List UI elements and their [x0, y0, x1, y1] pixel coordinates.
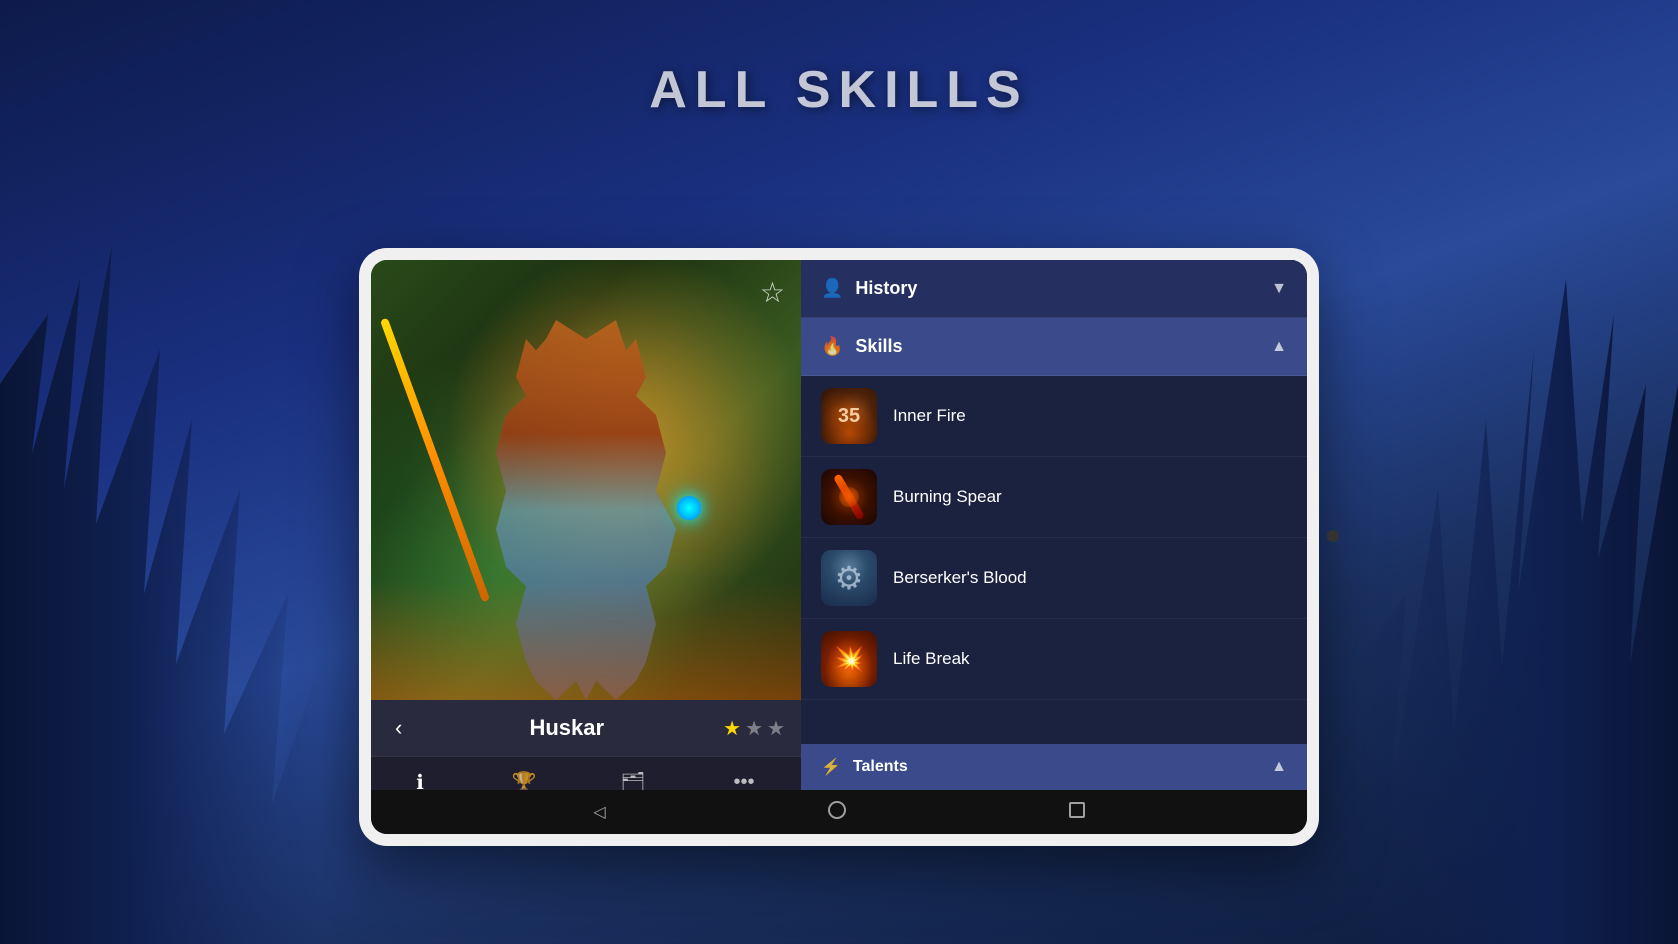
- android-back-icon: ◁: [593, 804, 605, 821]
- berserkers-blood-icon: [821, 550, 877, 606]
- person-icon: 👤: [821, 278, 843, 299]
- hero-panel: ☆ ‹ Huskar ★ ★ ★: [371, 260, 801, 790]
- history-section-header[interactable]: 👤 History ▼: [801, 260, 1307, 318]
- life-break-name: Life Break: [893, 649, 970, 669]
- inner-fire-icon-wrap: 35: [821, 388, 877, 444]
- tablet-inner: ☆ ‹ Huskar ★ ★ ★: [371, 260, 1307, 834]
- inner-fire-number: 35: [838, 405, 860, 428]
- skill-item-berserkers-blood[interactable]: Berserker's Blood: [801, 538, 1307, 619]
- skills-list: 35 Inner Fire Burning Spear: [801, 376, 1307, 744]
- talents-icon: ⚡: [821, 757, 841, 777]
- android-back-button[interactable]: ◁: [593, 802, 605, 822]
- star-2: ★: [745, 716, 763, 741]
- star-1: ★: [723, 716, 741, 741]
- tablet-frame: ☆ ‹ Huskar ★ ★ ★: [359, 248, 1319, 846]
- tab-tactic[interactable]: 🗂 Tactic: [599, 762, 667, 790]
- burning-spear-icon: [821, 469, 877, 525]
- skills-title: Skills: [855, 336, 902, 357]
- tab-more[interactable]: ••• More...: [707, 763, 781, 790]
- history-chevron: ▼: [1271, 280, 1287, 298]
- star-3: ★: [767, 716, 785, 741]
- favorite-button[interactable]: ☆: [760, 276, 785, 309]
- skills-panel: 👤 History ▼ 🔥 Skills ▲: [801, 260, 1307, 790]
- inner-fire-icon: 35: [821, 388, 877, 444]
- skills-chevron: ▲: [1271, 338, 1287, 356]
- android-home-icon: [828, 801, 846, 819]
- tab-info[interactable]: ℹ Info: [391, 762, 449, 790]
- skill-item-inner-fire[interactable]: 35 Inner Fire: [801, 376, 1307, 457]
- talents-header-left: ⚡ Talents: [821, 757, 908, 777]
- flame-bg: [371, 580, 801, 700]
- cyan-orb: [677, 496, 701, 520]
- burning-spear-icon-wrap: [821, 469, 877, 525]
- android-nav-bar: ◁: [371, 790, 1307, 834]
- android-recent-icon: [1069, 802, 1085, 818]
- history-title: History: [855, 278, 917, 299]
- fire-icon: 🔥: [821, 336, 843, 357]
- tactic-icon: 🗂: [620, 770, 645, 790]
- bottom-tabs: ℹ Info 🏆 Builds 🗂 Tactic ••• More...: [371, 756, 801, 790]
- nav-dot: [1327, 530, 1339, 542]
- talents-title: Talents: [853, 758, 908, 776]
- hero-info-bar: ‹ Huskar ★ ★ ★: [371, 700, 801, 756]
- skill-item-life-break[interactable]: Life Break: [801, 619, 1307, 700]
- hero-name: Huskar: [529, 715, 604, 741]
- history-header-left: 👤 History: [821, 278, 917, 299]
- hero-image: ☆: [371, 260, 801, 700]
- life-break-icon-wrap: [821, 631, 877, 687]
- android-home-button[interactable]: [828, 801, 846, 824]
- back-arrow-icon: ‹: [395, 715, 402, 740]
- talents-section-header[interactable]: ⚡ Talents ▲: [801, 744, 1307, 790]
- main-content: ☆ ‹ Huskar ★ ★ ★: [371, 260, 1307, 790]
- tab-builds[interactable]: 🏆 Builds: [489, 762, 559, 790]
- builds-icon: 🏆: [512, 770, 537, 790]
- skill-item-burning-spear[interactable]: Burning Spear: [801, 457, 1307, 538]
- burning-spear-name: Burning Spear: [893, 487, 1002, 507]
- info-icon: ℹ: [416, 770, 424, 790]
- skills-header-left: 🔥 Skills: [821, 336, 902, 357]
- hero-rating: ★ ★ ★: [723, 716, 785, 741]
- skills-section-header[interactable]: 🔥 Skills ▲: [801, 318, 1307, 376]
- talents-chevron: ▲: [1271, 758, 1287, 776]
- page-title: ALL SKILLS: [649, 60, 1028, 120]
- berserkers-blood-icon-wrap: [821, 550, 877, 606]
- life-break-icon: [821, 631, 877, 687]
- back-button[interactable]: ‹: [387, 711, 410, 745]
- favorite-star-icon: ☆: [760, 277, 785, 308]
- more-icon: •••: [733, 771, 754, 790]
- berserkers-blood-name: Berserker's Blood: [893, 568, 1027, 588]
- inner-fire-name: Inner Fire: [893, 406, 966, 426]
- android-recent-button[interactable]: [1069, 802, 1085, 823]
